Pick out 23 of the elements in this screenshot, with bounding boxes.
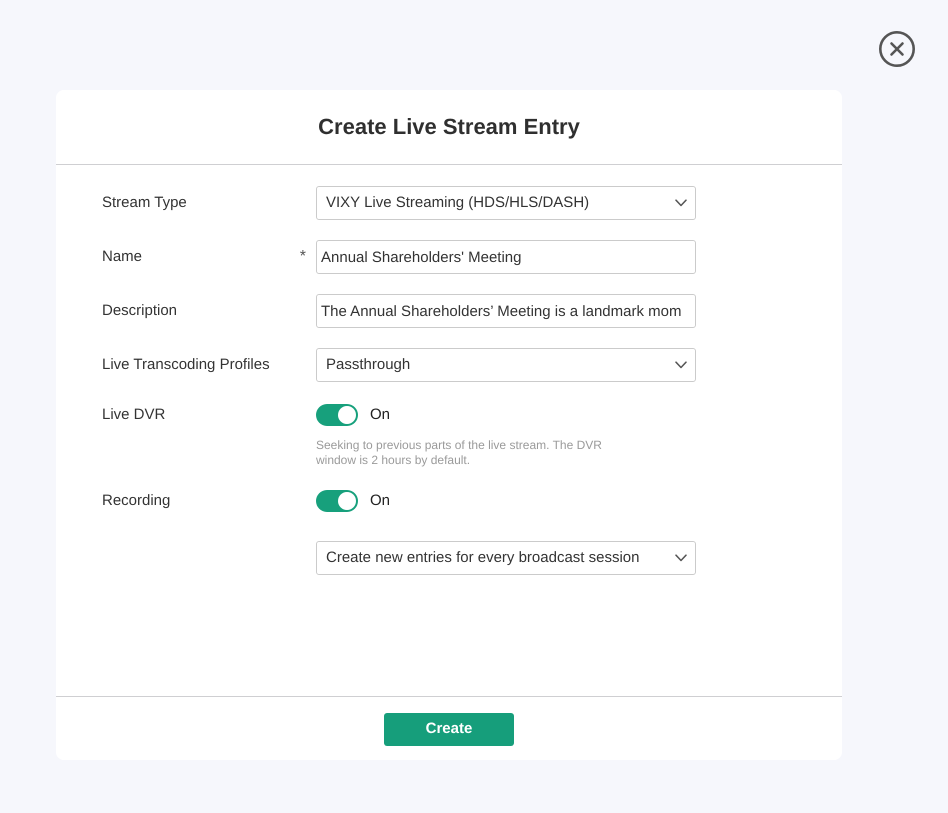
toggle-state-text: On [370,490,390,511]
field-label: Recording [102,490,170,511]
dropdown-field[interactable]: Create new entries for every broadcast session [316,541,696,575]
toggle-switch[interactable] [316,490,358,512]
field-label: Stream Type [102,192,187,213]
text-field[interactable]: The Annual Shareholders’ Meeting is a landmark mom [316,294,696,328]
close-button[interactable] [879,31,915,67]
field-label: Name [102,246,142,267]
chevron-down-icon [675,554,687,562]
field-label: Live DVR [102,404,166,425]
chevron-down-icon [675,199,687,207]
help-text: Seeking to previous parts of the live stream. The DVR window is 2 hours by default. [316,438,603,468]
dropdown-field[interactable]: VIXY Live Streaming (HDS/HLS/DASH) [316,186,696,220]
close-icon [879,31,915,67]
dropdown-field[interactable]: Passthrough [316,348,696,382]
toggle-switch[interactable] [316,404,358,426]
required-mark: * [300,247,306,267]
text-field[interactable]: Annual Shareholders' Meeting [316,240,696,274]
field-label: Description [102,300,178,321]
dialog-title: Create Live Stream Entry [318,114,580,140]
chevron-down-icon [675,361,687,369]
field-label: Live Transcoding Profiles [102,354,270,375]
toggle-state-text: On [370,404,390,425]
